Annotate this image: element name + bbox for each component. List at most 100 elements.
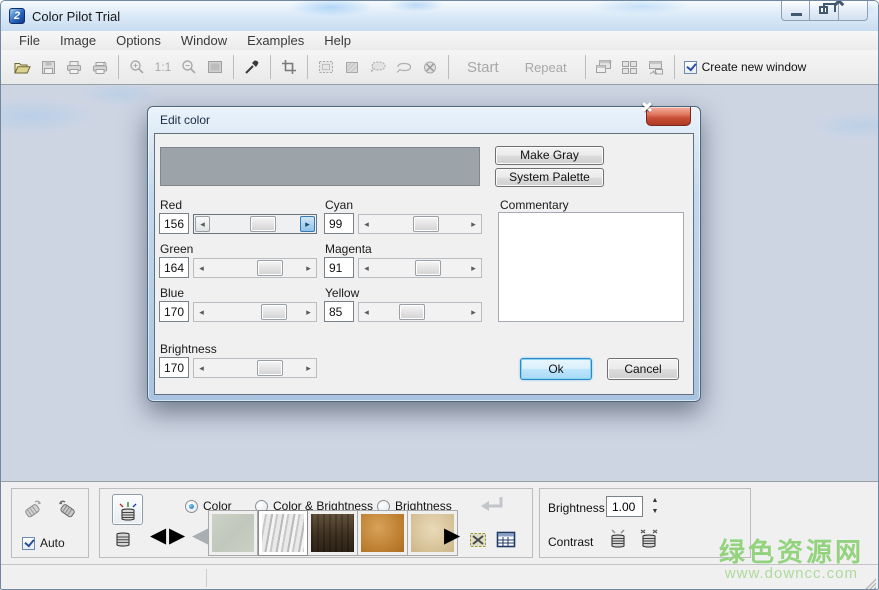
undo-color-button[interactable] [21, 497, 45, 519]
eraser-redo-icon [55, 497, 79, 519]
resize-grip[interactable] [863, 576, 876, 589]
menu-file[interactable]: File [9, 32, 50, 50]
slider-left-arrow-icon[interactable]: ◂ [194, 303, 209, 321]
slider-right-arrow-icon[interactable]: ▸ [300, 216, 315, 232]
slider-right-arrow-icon[interactable]: ▸ [301, 359, 316, 377]
red-slider[interactable]: ◂ ▸ [193, 214, 317, 234]
barrel-icon [114, 531, 132, 548]
brightness-slider-thumb[interactable] [257, 360, 283, 376]
make-gray-button[interactable]: Make Gray [495, 146, 604, 165]
decrease-contrast-button[interactable] [608, 527, 628, 549]
texture-table-button[interactable] [496, 531, 516, 548]
select-rect-button[interactable] [313, 54, 339, 80]
print-button[interactable] [61, 54, 87, 80]
auto-checkbox[interactable] [22, 537, 35, 550]
texture-thumbnail-4[interactable] [358, 510, 408, 556]
magenta-value-input[interactable] [324, 257, 354, 278]
cascade-windows-button[interactable] [591, 54, 617, 80]
create-new-window-checkbox[interactable] [684, 61, 697, 74]
create-new-window-option[interactable]: Create new window [684, 60, 807, 74]
slider-right-arrow-icon[interactable]: ▸ [466, 303, 481, 321]
commentary-textarea[interactable] [498, 212, 684, 322]
slider-left-arrow-icon[interactable]: ◂ [194, 259, 209, 277]
menu-window[interactable]: Window [171, 32, 237, 50]
menu-examples[interactable]: Examples [237, 32, 314, 50]
print-setup-button[interactable] [87, 54, 113, 80]
slider-left-arrow-icon[interactable]: ◂ [194, 359, 209, 377]
green-slider[interactable]: ◂ ▸ [193, 258, 317, 278]
yellow-value-input[interactable] [324, 301, 354, 322]
cascade-windows-icon [595, 59, 613, 75]
lasso-select-button[interactable] [365, 54, 391, 80]
brightness-value-input[interactable] [159, 357, 189, 378]
menu-options[interactable]: Options [106, 32, 171, 50]
slider-left-arrow-icon[interactable]: ◂ [359, 259, 374, 277]
red-value-input[interactable] [159, 213, 189, 234]
menu-image[interactable]: Image [50, 32, 106, 50]
prev-texture-button[interactable]: ◀ [150, 525, 166, 546]
green-slider-thumb[interactable] [257, 260, 283, 276]
save-button[interactable] [35, 54, 61, 80]
minimize-icon [791, 13, 802, 16]
blue-slider-thumb[interactable] [261, 304, 287, 320]
brightness-spinner-input[interactable] [606, 496, 643, 517]
delete-texture-button[interactable] [468, 531, 488, 549]
cyan-slider[interactable]: ◂ ▸ [358, 214, 482, 234]
zoom-in-button[interactable] [124, 54, 150, 80]
apply-return-button[interactable] [478, 493, 506, 515]
scroll-left-button[interactable]: ◀ [192, 525, 208, 546]
cyan-value-input[interactable] [324, 213, 354, 234]
menu-help[interactable]: Help [314, 32, 361, 50]
slider-right-arrow-icon[interactable]: ▸ [301, 303, 316, 321]
freehand-lasso-button[interactable] [391, 54, 417, 80]
slider-right-arrow-icon[interactable]: ▸ [301, 259, 316, 277]
slider-left-arrow-icon[interactable]: ◂ [359, 303, 374, 321]
cancel-button[interactable]: Cancel [607, 358, 679, 380]
red-slider-thumb[interactable] [250, 216, 276, 232]
minimize-button[interactable] [781, 1, 810, 21]
slider-left-arrow-icon[interactable]: ◂ [195, 216, 210, 232]
barrel-tool-button[interactable] [114, 531, 132, 548]
magenta-slider-thumb[interactable] [415, 260, 441, 276]
eyedropper-button[interactable] [239, 54, 265, 80]
redo-color-button[interactable] [55, 497, 79, 519]
next-texture-button[interactable]: ▶ [169, 525, 185, 546]
ok-button[interactable]: Ok [520, 358, 592, 380]
dialog-close-button[interactable] [646, 107, 691, 126]
select-filled-rect-button[interactable] [339, 54, 365, 80]
repeat-button[interactable]: Repeat [512, 60, 580, 75]
zoom-out-button[interactable] [176, 54, 202, 80]
spin-up-button[interactable]: ▲ [648, 496, 662, 507]
brightness-spinner-buttons: ▲ ▼ [648, 496, 662, 517]
open-button[interactable] [9, 54, 35, 80]
yellow-slider-thumb[interactable] [399, 304, 425, 320]
cyan-slider-thumb[interactable] [413, 216, 439, 232]
arrange-icons-button[interactable] [643, 54, 669, 80]
spin-down-button[interactable]: ▼ [648, 507, 662, 518]
texture-thumbnail-1[interactable] [208, 510, 258, 556]
start-button[interactable]: Start [454, 59, 512, 76]
close-button[interactable] [839, 1, 868, 21]
apply-color-button[interactable] [112, 494, 143, 525]
slider-left-arrow-icon[interactable]: ◂ [359, 215, 374, 233]
tile-windows-button[interactable] [617, 54, 643, 80]
texture-thumbnail-2[interactable] [258, 510, 308, 556]
slider-right-arrow-icon[interactable]: ▸ [466, 215, 481, 233]
fit-window-button[interactable] [202, 54, 228, 80]
blue-slider[interactable]: ◂ ▸ [193, 302, 317, 322]
texture-thumbnail-3[interactable] [308, 510, 358, 556]
system-palette-button[interactable]: System Palette [495, 168, 604, 187]
yellow-slider[interactable]: ◂ ▸ [358, 302, 482, 322]
slider-right-arrow-icon[interactable]: ▸ [466, 259, 481, 277]
auto-option[interactable]: Auto [22, 536, 65, 550]
blue-value-input[interactable] [159, 301, 189, 322]
green-value-input[interactable] [159, 257, 189, 278]
crop-button[interactable] [276, 54, 302, 80]
deselect-button[interactable] [417, 54, 443, 80]
scroll-right-button[interactable]: ▶ [444, 525, 460, 546]
toolbar-separator [585, 55, 586, 79]
actual-size-button[interactable]: 1:1 [150, 54, 176, 80]
increase-contrast-button[interactable] [638, 527, 660, 549]
brightness-slider[interactable]: ◂ ▸ [193, 358, 317, 378]
magenta-slider[interactable]: ◂ ▸ [358, 258, 482, 278]
